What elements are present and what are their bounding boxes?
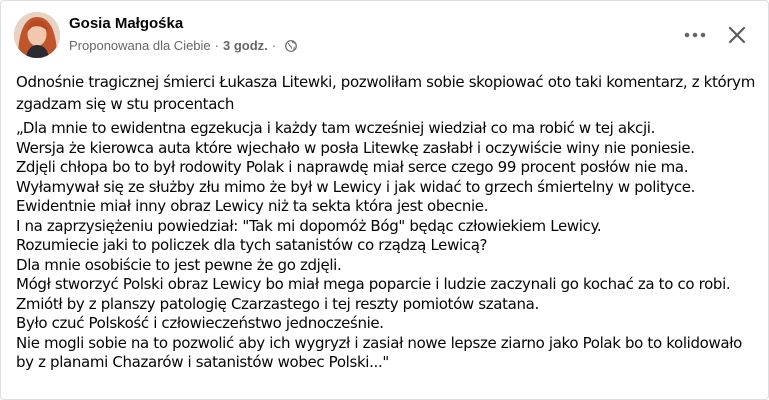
quote-line: Wyłamywał się ze służby złu mimo że był … xyxy=(16,177,696,196)
quote-line: Było czuć Polskość i człowieczeństwo jed… xyxy=(16,314,384,332)
post-meta: Proponowana dla Ciebie · 3 godz. · xyxy=(69,38,298,53)
more-options-button[interactable] xyxy=(681,21,709,49)
close-icon xyxy=(728,26,746,44)
post-timestamp[interactable]: 3 godz. xyxy=(223,38,268,53)
quote-line: Ewidentnie miał inny obraz Lewicy niż ta… xyxy=(16,197,489,215)
quote-line: „Dla mnie to ewidentna egzekucja i każdy… xyxy=(16,119,656,137)
quote-line: Dla mnie osobiście to jest pewne że go z… xyxy=(16,255,342,274)
meta-separator: · xyxy=(214,38,219,53)
post-intro-text: Odnośnie tragicznej śmierci Łukasza Lite… xyxy=(16,73,755,113)
more-horizontal-icon xyxy=(684,32,706,38)
quote-line: I na zaprzysiężeniu powiedział: "Tak mi … xyxy=(16,216,602,235)
avatar[interactable] xyxy=(14,12,60,58)
quote-line: Zdjęli chłopa bo to był rodowity Polak i… xyxy=(16,158,689,176)
quote-line: Nie mogli sobie na to pozwolić aby ich w… xyxy=(16,333,742,372)
close-button[interactable] xyxy=(723,21,751,49)
author-name[interactable]: Gosia Małgośka xyxy=(69,15,183,32)
quote-line: Mógł stworzyć Polski obraz Lewicy bo mia… xyxy=(16,275,731,293)
quote-line: Rozumiecie jaki to policzek dla tych sat… xyxy=(16,236,488,254)
meta-separator-2: · xyxy=(271,38,277,53)
quoted-comment: „Dla mnie to ewidentna egzekucja i każdy… xyxy=(16,119,761,373)
quote-line: Zmiótł by z planszy patologię Czarzasteg… xyxy=(16,294,539,313)
globe-icon[interactable] xyxy=(285,39,298,52)
quote-line: Wersja że kierowca auta które wjechało w… xyxy=(16,138,695,157)
suggested-label: Proponowana dla Ciebie xyxy=(69,38,211,53)
avatar-image xyxy=(14,12,60,58)
post-card: Gosia Małgośka Proponowana dla Ciebie · … xyxy=(0,0,769,400)
